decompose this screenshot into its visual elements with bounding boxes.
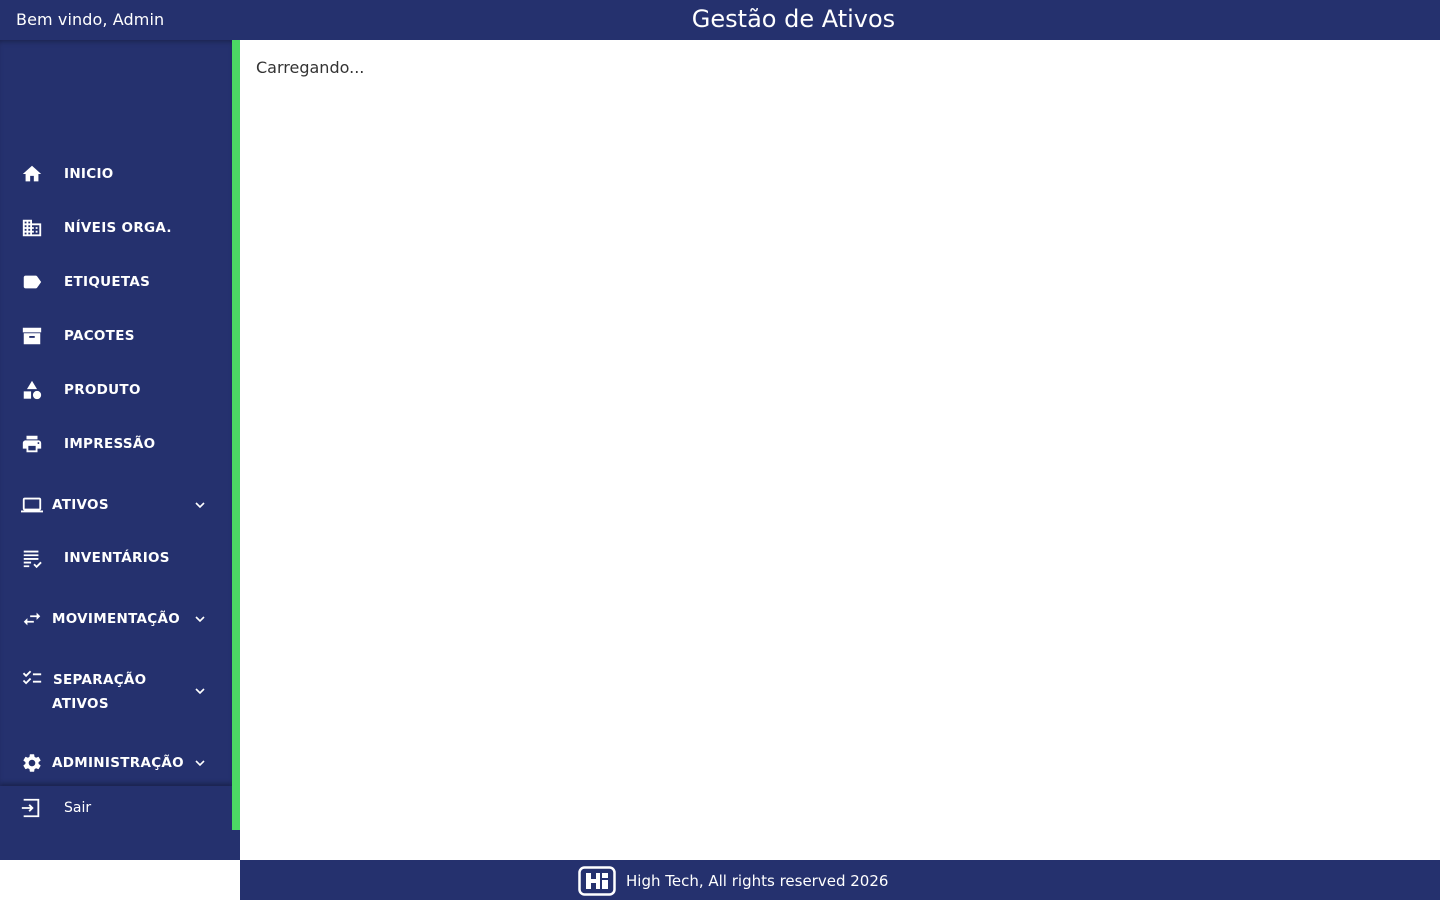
sidebar-item-produto[interactable]: PRODUTO <box>0 378 232 402</box>
sidebar-item-label: PRODUTO <box>64 382 141 398</box>
chevron-down-icon[interactable] <box>190 681 210 701</box>
sidebar-item-impressao[interactable]: IMPRESSÃO <box>0 432 232 456</box>
sidebar-item-ativos[interactable]: ATIVOS <box>0 493 232 517</box>
sidebar-item-label: PACOTES <box>64 328 135 344</box>
top-bar: Bem vindo, Admin Gestão de Ativos <box>0 0 1440 40</box>
sidebar-item-label: INVENTÁRIOS <box>64 550 170 566</box>
chevron-down-icon[interactable] <box>190 609 210 629</box>
category-icon <box>20 378 44 402</box>
sidebar-accent-bar <box>232 40 240 830</box>
sidebar-item-label: IMPRESSÃO <box>64 436 156 452</box>
main-content: Carregando... <box>240 40 1440 860</box>
sidebar-item-inventarios[interactable]: INVENTÁRIOS <box>0 546 232 570</box>
print-icon <box>20 432 44 456</box>
swap-icon <box>20 607 44 631</box>
loading-text: Carregando... <box>256 58 365 77</box>
sidebar-item-label: NÍVEIS ORGA. <box>64 220 172 236</box>
sidebar-item-separacao-ativos[interactable]: SEPARAÇÃO ATIVOS <box>0 666 232 716</box>
sidebar-item-movimentacao[interactable]: MOVIMENTAÇÃO <box>0 607 232 631</box>
sidebar-item-label: MOVIMENTAÇÃO <box>52 611 181 627</box>
chevron-down-icon[interactable] <box>190 495 210 515</box>
sidebar-item-label-line2: ATIVOS <box>52 696 109 712</box>
gear-icon <box>20 751 44 775</box>
logout-label: Sair <box>64 800 92 816</box>
sidebar-item-label: ETIQUETAS <box>64 274 151 290</box>
sidebar: INICIO NÍVEIS ORGA. ETIQUETAS PACOTES PR… <box>0 40 232 830</box>
logout-button[interactable]: Sair <box>0 786 232 830</box>
tasks-icon <box>20 666 44 690</box>
sidebar-item-administracao[interactable]: ADMINISTRAÇÃO <box>0 751 232 775</box>
laptop-icon <box>20 493 44 517</box>
sidebar-item-label-line1: SEPARAÇÃO <box>53 672 147 688</box>
archive-icon <box>20 324 44 348</box>
home-icon <box>20 162 44 186</box>
footer: High Tech, All rights reserved 2026 <box>240 860 1440 900</box>
sidebar-item-label: INICIO <box>64 166 114 182</box>
sidebar-bottom <box>0 830 240 860</box>
hightech-logo <box>578 866 616 896</box>
building-icon <box>20 216 44 240</box>
fullscreen-icon[interactable] <box>20 870 42 892</box>
label-icon <box>20 270 44 294</box>
sidebar-item-niveis-orga[interactable]: NÍVEIS ORGA. <box>0 216 232 240</box>
sidebar-item-label: ATIVOS <box>52 497 109 513</box>
sidebar-item-etiquetas[interactable]: ETIQUETAS <box>0 270 232 294</box>
sidebar-item-inicio[interactable]: INICIO <box>0 162 232 186</box>
app-title: Gestão de Ativos <box>691 5 896 33</box>
sidebar-item-label: ADMINISTRAÇÃO <box>52 755 184 771</box>
sidebar-item-pacotes[interactable]: PACOTES <box>0 324 232 348</box>
copyright-text: High Tech, All rights reserved 2026 <box>626 872 889 890</box>
logout-icon <box>20 797 44 821</box>
checklist-icon <box>20 546 44 570</box>
chevron-down-icon[interactable] <box>190 753 210 773</box>
